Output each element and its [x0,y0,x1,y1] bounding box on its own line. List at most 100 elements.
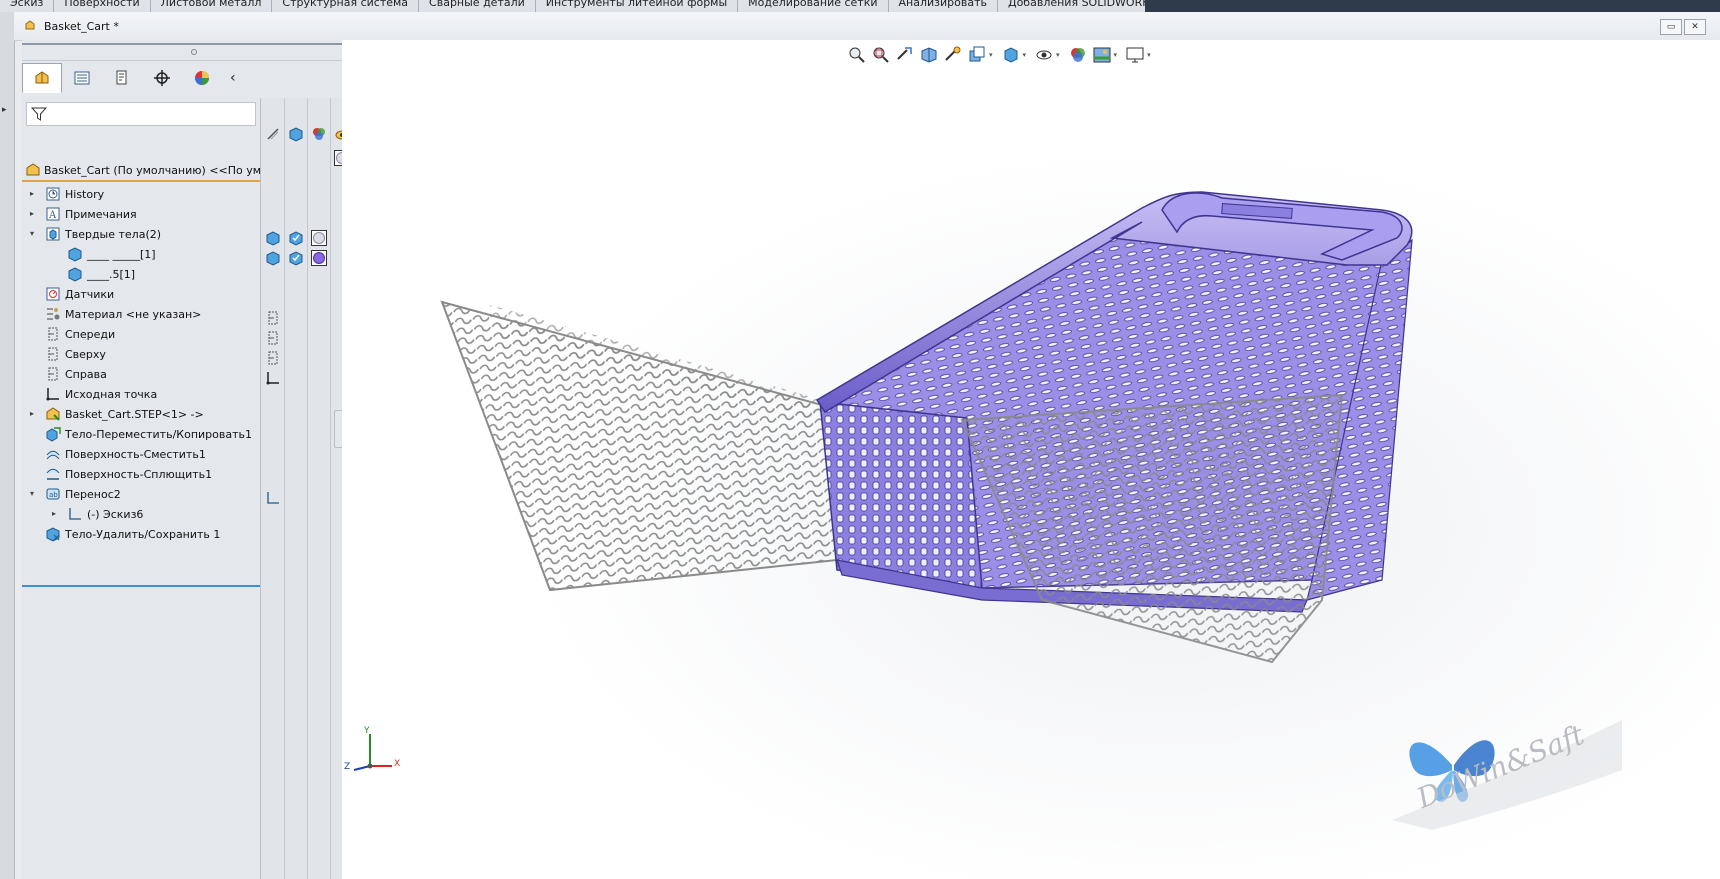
filter-icon [31,107,47,121]
tree-item-label: Датчики [65,288,115,301]
panel-header [22,40,363,61]
ribbon-tab[interactable]: Эскиз [0,0,55,12]
tree-item[interactable]: Материал <не указан> [22,304,260,324]
tree-item[interactable]: Тело-Переместить/Копировать1 [22,424,260,444]
tree-filter-input[interactable] [26,102,256,126]
wrap-feature-icon: ab [46,488,60,500]
ribbon-tab[interactable]: Инструменты литейной формы [536,0,739,12]
tree-item[interactable]: ____.5[1] [22,264,260,284]
expand-arrow-icon[interactable]: ▸ [30,209,34,218]
left-strip-arrow-icon[interactable]: ▸ [2,105,7,115]
tree-item[interactable]: Спереди [22,324,260,344]
collapse-arrow-icon[interactable]: ▾ [30,489,34,498]
origin-visibility-icon[interactable] [265,370,281,386]
expand-arrow-icon[interactable]: ▸ [30,409,34,418]
ribbon-tab[interactable]: Листовой металл [151,0,273,12]
triad-y-label: Y [364,726,370,736]
ribbon-tab[interactable]: Структурная система [272,0,420,12]
solid-body-visibility-icon[interactable] [265,230,281,246]
tree-item[interactable]: ▸ Basket_Cart.STEP<1> -> [22,404,260,424]
column-divider [307,98,308,879]
sketch-visibility-icon[interactable] [265,490,281,506]
tree-item-label: (-) Эскиз6 [87,508,144,521]
tree-item[interactable]: ▾ Твердые тела(2) [22,224,260,244]
tree-item[interactable]: ▸ A Примечания [22,204,260,224]
basket-front-wall[interactable] [819,401,983,589]
solid-body-checked-icon[interactable] [288,250,304,266]
plane-visibility-icon[interactable] [265,310,281,326]
solid-body-checked-icon[interactable] [288,230,304,246]
tree-item-label: Тело-Переместить/Копировать1 [65,428,252,441]
collapse-arrow-icon[interactable]: ▾ [30,229,34,238]
ribbon-tab[interactable]: Добавления SOLIDWORKS [998,0,1168,12]
imported-part-icon [46,407,60,421]
appearance-column-icon[interactable] [311,126,327,142]
ribbon-tab[interactable]: Моделирование сетки [738,0,889,12]
feature-manager-tabs: ‹ [22,62,363,94]
delete-body-icon [46,527,60,542]
plane-visibility-icon[interactable] [265,350,281,366]
expand-arrow-icon[interactable]: ▸ [30,189,34,198]
close-window-icon[interactable]: ✕ [1684,19,1706,35]
watermark-logo: DoWin&Saft [1392,710,1622,833]
property-list-icon [74,71,90,85]
dimxpert-tab[interactable] [142,63,182,93]
tree-item-label: Твердые тела(2) [65,228,162,241]
tree-item[interactable]: Поверхность-Сместить1 [22,444,260,464]
annotations-icon: A [46,207,60,221]
panel-grip[interactable] [191,49,197,55]
part-icon [35,71,49,84]
configurationmanager-tab[interactable] [102,63,142,93]
tree-item[interactable]: Справа [22,364,260,384]
tree-item-label: Справа [65,368,107,381]
rollback-bar[interactable] [22,585,260,587]
triad-z-label: Z [344,762,351,772]
tree-item[interactable]: ____ _____[1] [22,244,260,264]
flattened-mesh-surface-right[interactable] [960,393,1344,664]
tree-item[interactable]: Сверху [22,344,260,364]
triad-origin [367,763,373,769]
tree-item-label: Перенос2 [65,488,121,501]
tree-root-part[interactable]: Basket_Cart (По умолчанию) <<По умо [22,160,260,182]
flattened-mesh-surface-left[interactable] [440,300,839,592]
tree-item-label: ____ _____[1] [87,248,156,261]
column-divider [284,98,285,879]
appearance-swatch-icon[interactable] [311,230,327,246]
ribbon-tab[interactable]: Сварные детали [419,0,536,12]
ribbon-tab[interactable]: Анализировать [889,0,998,12]
restore-window-icon[interactable]: ▭ [1660,19,1682,35]
expand-arrow-icon[interactable]: ▸ [52,509,56,518]
tree-item-label: ____.5[1] [87,268,136,281]
feature-tree: Basket_Cart (По умолчанию) <<По умо ▸ His… [22,98,261,879]
tree-item-label: Материал <не указан> [65,308,202,321]
tree-item[interactable]: ▸ History [22,184,260,204]
appearance-swatch-icon[interactable] [311,250,327,266]
graphics-area[interactable]: ▾ ▾ ▾ ▾ ▾ Y X Z DoWin&Saft [342,40,1720,879]
tree-item-label: Поверхность-Сместить1 [65,448,206,461]
ribbon-tab[interactable]: Поверхности [54,0,151,12]
solid-body-column-icon[interactable] [288,126,304,142]
ribbon-tab-strip: Эскиз Поверхности Листовой металл Структурн… [0,0,1214,12]
tree-item-label: History [65,188,105,201]
panel-divider [22,43,363,45]
tree-item[interactable]: Исходная точка [22,384,260,404]
part-icon [26,163,40,176]
propertymanager-tab[interactable] [62,63,102,93]
collapse-panel-icon[interactable]: ‹ [230,70,236,86]
plane-icon [48,327,58,341]
solid-body-visibility-icon[interactable] [265,250,281,266]
tree-item[interactable]: ▾ ab Перенос2 [22,484,260,504]
tree-item-label: Поверхность-Сплющить1 [65,468,213,481]
material-icon [47,308,60,320]
tree-item[interactable]: ▸ (-) Эскиз6 [22,504,260,524]
tree-item-label: Тело-Удалить/Сохранить 1 [65,528,221,541]
solid-body-icon [68,267,82,282]
tree-item[interactable]: Тело-Удалить/Сохранить 1 [22,524,260,544]
tree-item[interactable]: Датчики [22,284,260,304]
tree-item[interactable]: Поверхность-Сплющить1 [22,464,260,484]
feature-manager-panel: ‹ Basket_Cart (По умолчанию) <<По умо ▸ H… [22,40,363,879]
plane-visibility-icon[interactable] [265,330,281,346]
hide-body-column-icon[interactable] [265,126,281,142]
featuremanager-tab[interactable] [22,63,62,93]
displaymanager-tab[interactable] [182,63,222,93]
